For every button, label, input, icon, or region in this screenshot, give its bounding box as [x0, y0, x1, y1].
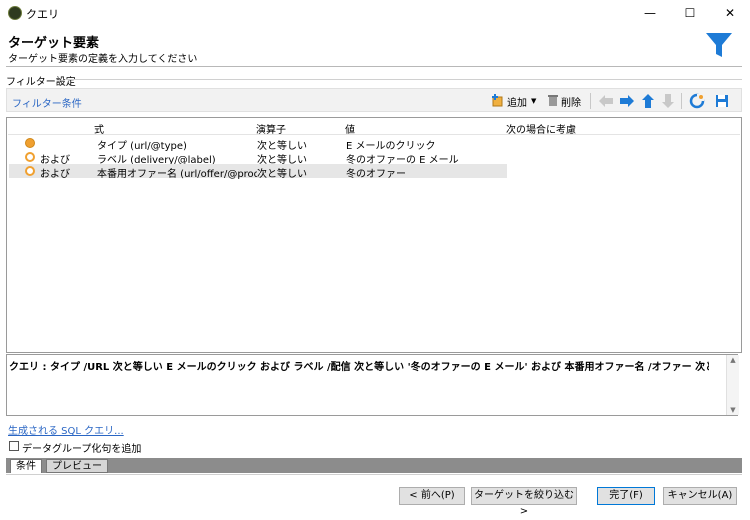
- arrow-down-icon[interactable]: [661, 92, 675, 110]
- maximize-button[interactable]: ☐: [670, 0, 710, 26]
- footer-divider: [6, 474, 742, 475]
- arrow-up-icon[interactable]: [641, 92, 655, 110]
- page-title: ターゲット要素: [8, 36, 100, 51]
- window-title: クエリ: [26, 8, 59, 21]
- legend-divider: [66, 79, 742, 80]
- header-divider: [6, 66, 742, 67]
- arrow-left-icon[interactable]: [598, 92, 614, 110]
- scroll-up-icon[interactable]: ▲: [727, 356, 739, 364]
- tab-conditions[interactable]: 条件: [10, 459, 42, 473]
- page-subtitle: ターゲット要素の定義を入力してください: [8, 54, 198, 65]
- tab-strip: [6, 458, 742, 473]
- cancel-button[interactable]: キャンセル(A): [663, 487, 737, 505]
- delete-button[interactable]: 削除: [547, 92, 581, 110]
- refresh-icon[interactable]: [689, 92, 705, 110]
- and-condition-icon: [25, 166, 35, 176]
- generated-sql-link[interactable]: 生成される SQL クエリ...: [8, 422, 124, 437]
- minimize-button[interactable]: —: [630, 0, 670, 26]
- condition-dot-icon: [25, 138, 35, 148]
- chevron-down-icon[interactable]: ▼: [531, 97, 536, 105]
- row-value: 冬のオファー: [346, 169, 406, 180]
- back-button[interactable]: < 前へ(P): [399, 487, 465, 505]
- filter-conditions-link[interactable]: フィルター条件: [12, 95, 82, 110]
- and-condition-icon: [25, 152, 35, 162]
- app-icon: [8, 6, 22, 20]
- add-icon: [491, 93, 505, 110]
- arrow-right-icon[interactable]: [619, 92, 635, 110]
- row-conjunction: および: [40, 169, 70, 180]
- query-scrollbar[interactable]: ▲ ▼: [726, 355, 739, 415]
- tab-preview[interactable]: プレビュー: [46, 459, 108, 473]
- finish-button[interactable]: 完了(F): [597, 487, 655, 505]
- row-operator: 次と等しい: [257, 169, 307, 180]
- toolbar-divider: [590, 93, 591, 109]
- add-grouping-label: データグループ化句を追加: [22, 444, 142, 455]
- close-button[interactable]: ✕: [710, 0, 750, 26]
- header-divider-line: [8, 134, 740, 135]
- delete-label: 削除: [561, 97, 581, 109]
- funnel-icon: [704, 30, 734, 63]
- add-label: 追加: [507, 97, 527, 109]
- query-text: クエリ : タイプ /URL 次と等しい E メールのクリック および ラベル …: [9, 362, 709, 373]
- scroll-down-icon[interactable]: ▼: [727, 406, 739, 414]
- filter-settings-legend: フィルター設定: [6, 77, 76, 88]
- narrow-target-button[interactable]: ターゲットを絞り込む >: [471, 487, 577, 517]
- add-button[interactable]: 追加 ▼: [491, 92, 536, 110]
- toolbar-divider-2: [681, 93, 682, 109]
- trash-icon: [547, 93, 559, 110]
- row-expression: 本番用オファー名 (url/offer/@prodOf...: [97, 169, 257, 180]
- save-icon[interactable]: [715, 92, 729, 110]
- add-grouping-checkbox[interactable]: [9, 441, 19, 451]
